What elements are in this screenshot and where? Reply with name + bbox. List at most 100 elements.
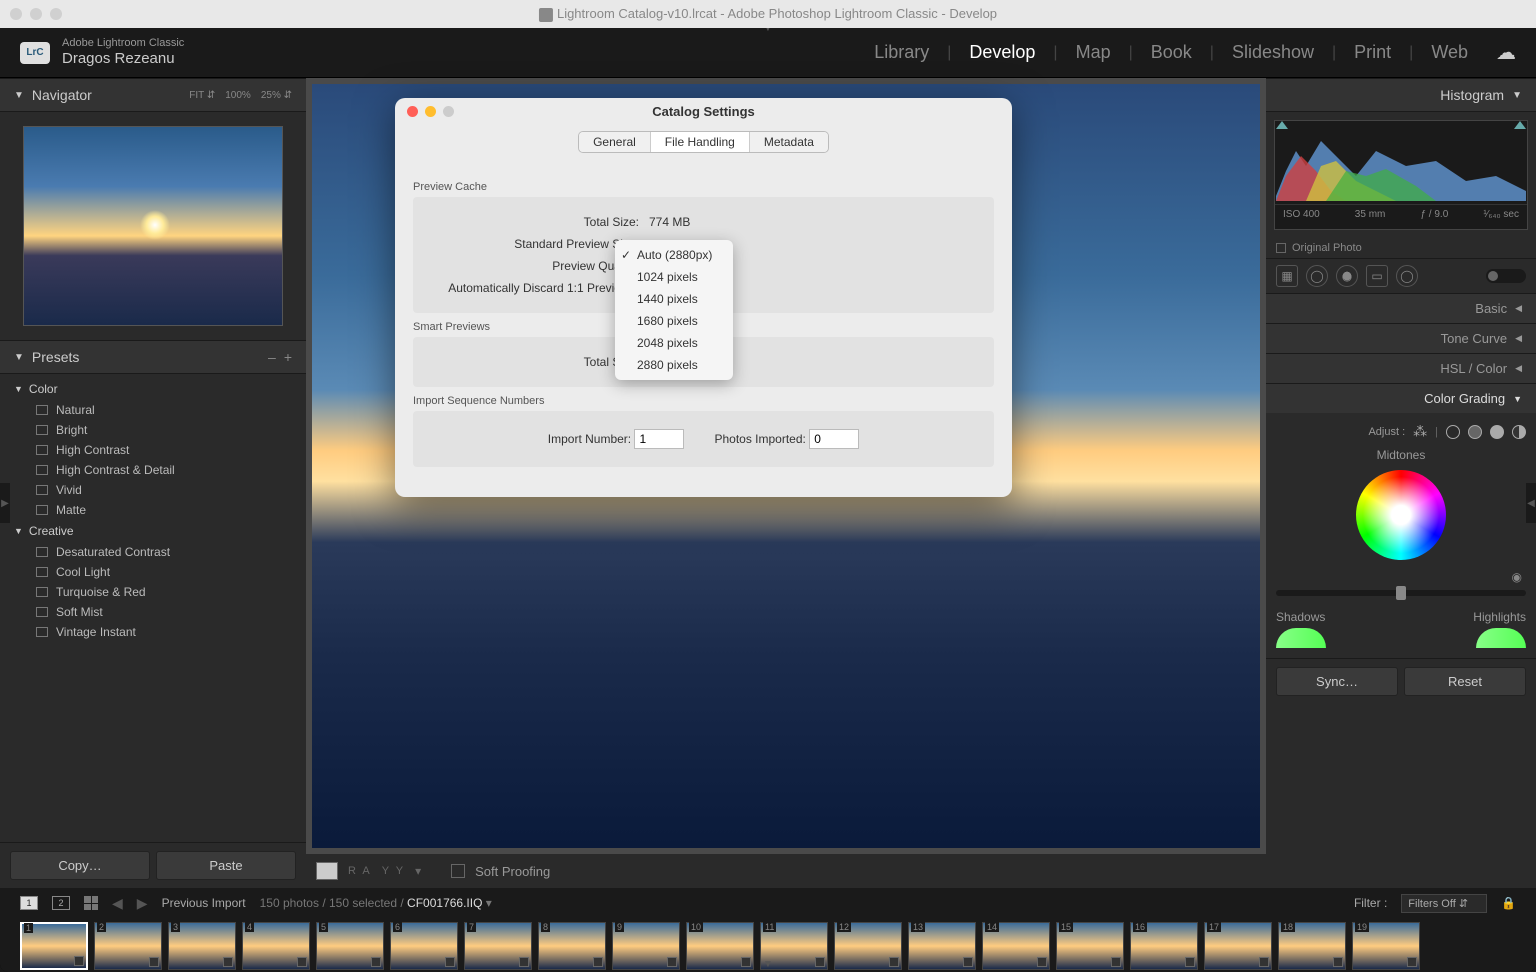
next-arrow-icon[interactable]: ▶ (137, 895, 148, 912)
highlights-wheel-icon[interactable] (1490, 425, 1504, 439)
histogram-header[interactable]: Histogram ▼ (1266, 78, 1536, 112)
module-print[interactable]: Print (1354, 42, 1391, 63)
prev-arrow-icon[interactable]: ◀ (112, 895, 123, 912)
dropdown-option[interactable]: 1440 pixels (615, 288, 733, 310)
close-dot[interactable] (10, 8, 22, 20)
dialog-close-dot[interactable] (407, 106, 418, 117)
preset-item[interactable]: Soft Mist (0, 602, 306, 622)
filmstrip-thumb[interactable]: 10 (686, 922, 754, 970)
dialog-minimize-dot[interactable] (425, 106, 436, 117)
minus-icon[interactable]: – (268, 349, 276, 365)
filmstrip-thumb[interactable]: 18 (1278, 922, 1346, 970)
midtones-wheel-icon[interactable] (1468, 425, 1482, 439)
preset-item[interactable]: Cool Light (0, 562, 306, 582)
filmstrip-thumb[interactable]: 7 (464, 922, 532, 970)
soft-proofing-checkbox[interactable] (451, 864, 465, 878)
paste-button[interactable]: Paste (156, 851, 296, 880)
filmstrip-thumb[interactable]: 6 (390, 922, 458, 970)
loupe-view-icon[interactable] (316, 862, 338, 880)
panel-hsl-color[interactable]: HSL / Color◀ (1266, 353, 1536, 383)
filmstrip-thumb[interactable]: 17 (1204, 922, 1272, 970)
zoom-dot[interactable] (50, 8, 62, 20)
filmstrip-thumb[interactable]: 3 (168, 922, 236, 970)
module-library[interactable]: Library (874, 42, 929, 63)
panel-basic[interactable]: Basic◀ (1266, 293, 1536, 323)
traffic-lights[interactable] (10, 8, 62, 20)
filmstrip-thumb[interactable]: 5 (316, 922, 384, 970)
redeye-icon[interactable]: ◉ (1336, 265, 1358, 287)
preset-item[interactable]: Vivid (0, 480, 306, 500)
panel-tone-curve[interactable]: Tone Curve◀ (1266, 323, 1536, 353)
filter-select[interactable]: Filters Off ⇵ (1401, 894, 1487, 913)
dropdown-option[interactable]: 2048 pixels (615, 332, 733, 354)
module-slideshow[interactable]: Slideshow (1232, 42, 1314, 63)
dropdown-option[interactable]: 1680 pixels (615, 310, 733, 332)
filmstrip-thumb[interactable]: 9 (612, 922, 680, 970)
preset-item[interactable]: Matte (0, 500, 306, 520)
filmstrip-thumb[interactable]: 12 (834, 922, 902, 970)
preset-item[interactable]: High Contrast & Detail (0, 460, 306, 480)
module-book[interactable]: Book (1151, 42, 1192, 63)
radial-icon[interactable]: ◯ (1396, 265, 1418, 287)
original-photo-row[interactable]: Original Photo (1266, 238, 1536, 258)
identity-block[interactable]: Adobe Lightroom Classic Dragos Rezeanu (62, 37, 184, 68)
copy-button[interactable]: Copy… (10, 851, 150, 880)
mask-icon[interactable]: ▭ (1366, 265, 1388, 287)
preset-item[interactable]: Vintage Instant (0, 622, 306, 642)
filmstrip-thumb[interactable]: 15 (1056, 922, 1124, 970)
zoom-option[interactable]: FIT ⇵ (189, 90, 215, 101)
spot-heal-icon[interactable]: ◯ (1306, 265, 1328, 287)
before-after-yy[interactable]: Y Y (382, 865, 405, 877)
expand-top-icon[interactable]: ▼ (763, 28, 773, 34)
preset-item[interactable]: Turquoise & Red (0, 582, 306, 602)
zoom-option[interactable]: 25% ⇵ (261, 90, 292, 101)
expand-left-icon[interactable]: ▶ (0, 483, 10, 523)
presets-header[interactable]: ▼ Presets – + (0, 340, 306, 374)
import-number-input[interactable] (634, 429, 684, 449)
preset-group[interactable]: ▼Creative (0, 520, 306, 542)
zoom-option[interactable]: 100% (225, 90, 251, 101)
cloud-icon[interactable]: ☁ (1496, 40, 1516, 65)
color-grading-header[interactable]: Color Grading ▼ (1266, 383, 1536, 413)
std-preview-size-dropdown[interactable]: Auto (2880px)1024 pixels1440 pixels1680 … (615, 240, 733, 380)
shadows-mini-wheel[interactable] (1276, 628, 1326, 648)
primary-display-icon[interactable]: 1 (20, 896, 38, 910)
filmstrip-thumb[interactable]: 4 (242, 922, 310, 970)
tab-general[interactable]: General (579, 132, 651, 152)
filmstrip-thumb[interactable]: 19 (1352, 922, 1420, 970)
filmstrip-thumb[interactable]: 13 (908, 922, 976, 970)
dropdown-option[interactable]: 2880 pixels (615, 354, 733, 376)
shadows-wheel-icon[interactable] (1446, 425, 1460, 439)
module-web[interactable]: Web (1431, 42, 1468, 63)
preset-item[interactable]: High Contrast (0, 440, 306, 460)
three-way-icon[interactable]: ⁂ (1413, 423, 1427, 440)
filmstrip-thumb[interactable]: 14 (982, 922, 1050, 970)
expand-right-icon[interactable]: ◀ (1526, 483, 1536, 523)
filmstrip-thumb[interactable]: 2 (94, 922, 162, 970)
filmstrip-thumb[interactable]: 8 (538, 922, 606, 970)
tool-switch[interactable] (1486, 269, 1526, 283)
navigator-preview[interactable] (23, 126, 283, 326)
module-map[interactable]: Map (1076, 42, 1111, 63)
filmstrip-thumb[interactable]: 1 (20, 922, 88, 970)
filmstrip-thumb[interactable]: 16 (1130, 922, 1198, 970)
source-label[interactable]: Previous Import (162, 896, 246, 910)
secondary-display-icon[interactable]: 2 (52, 896, 70, 910)
dropdown-option[interactable]: Auto (2880px) (615, 244, 733, 266)
chevron-down-icon[interactable]: ▾ (415, 864, 421, 878)
global-wheel-icon[interactable] (1512, 425, 1526, 439)
histogram-display[interactable]: ISO 400 35 mm ƒ / 9.0 ¹⁄₆₄₀ sec (1274, 120, 1528, 230)
crop-icon[interactable]: ▦ (1276, 265, 1298, 287)
navigator-header[interactable]: ▼ Navigator FIT ⇵100%25% ⇵ (0, 78, 306, 112)
photos-imported-input[interactable] (809, 429, 859, 449)
dropdown-option[interactable]: 1024 pixels (615, 266, 733, 288)
reset-button[interactable]: Reset (1404, 667, 1526, 696)
preset-item[interactable]: Natural (0, 400, 306, 420)
module-develop[interactable]: Develop (969, 42, 1035, 63)
tab-metadata[interactable]: Metadata (750, 132, 828, 152)
preset-group[interactable]: ▼Color (0, 378, 306, 400)
sync-button[interactable]: Sync… (1276, 667, 1398, 696)
lock-icon[interactable]: 🔒 (1501, 896, 1516, 910)
preset-item[interactable]: Bright (0, 420, 306, 440)
eye-icon[interactable]: ◉ (1276, 570, 1526, 584)
